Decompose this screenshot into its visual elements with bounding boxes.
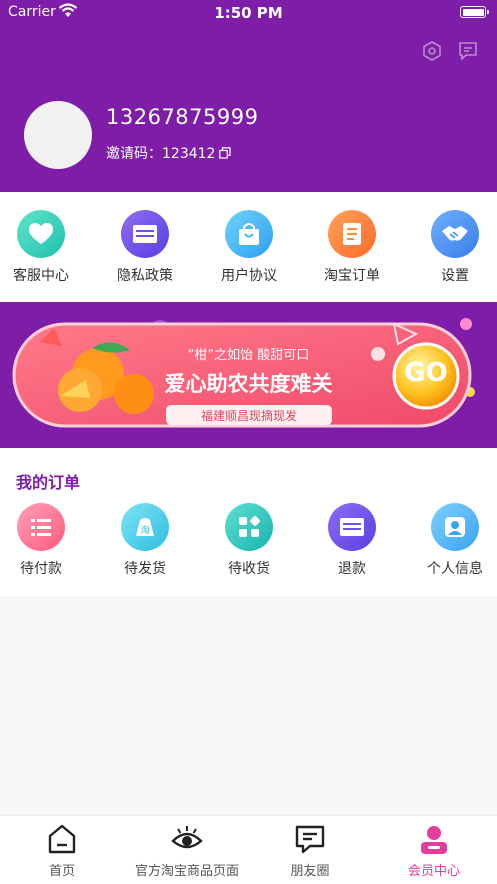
menu-label: 隐私政策 (117, 268, 173, 284)
menu-label: 用户协议 (221, 268, 277, 284)
document-icon (328, 210, 376, 258)
status-bar: Carrier 1:50 PM (0, 0, 497, 28)
order-personal-info[interactable]: 个人信息 (407, 503, 497, 578)
avatar[interactable] (24, 101, 92, 169)
message-icon[interactable] (457, 40, 479, 62)
orders-title: 我的订单 (16, 473, 81, 492)
invite-code-label: 邀请码：123412 (106, 146, 216, 162)
tab-taobao-products[interactable]: 官方淘宝商品页面 (127, 816, 247, 884)
phone-number: 13267875999 (106, 105, 259, 129)
tab-member-center[interactable]: 会员中心 (392, 816, 476, 884)
tab-label: 会员中心 (407, 864, 460, 879)
order-label: 待付款 (20, 561, 62, 577)
menu-label: 客服中心 (13, 268, 69, 284)
grid-icon (225, 503, 273, 551)
tab-label: 官方淘宝商品页面 (134, 864, 239, 879)
list-icon (17, 503, 65, 551)
invite-code: 邀请码：123412 (106, 143, 232, 163)
menu-label: 设置 (441, 268, 469, 284)
tab-label: 朋友圈 (290, 864, 330, 879)
tab-bar: 首页 官方淘宝商品页面 朋友圈 会员中心 (0, 815, 497, 884)
message-icon (295, 825, 325, 854)
status-time: 1:50 PM (214, 4, 283, 22)
banner-subline: 福建顺昌现摘现发 (200, 409, 297, 423)
menu-privacy-policy[interactable]: 隐私政策 (97, 210, 193, 285)
menu-customer-service[interactable]: 客服中心 (0, 210, 89, 285)
order-to-receive[interactable]: 待收货 (201, 503, 297, 578)
copy-icon[interactable] (219, 147, 232, 159)
shopping-bag-icon (225, 210, 273, 258)
menu-user-agreement[interactable]: 用户协议 (201, 210, 297, 285)
taobao-bag-icon: 淘 (121, 503, 169, 551)
order-label: 待收货 (228, 561, 270, 577)
member-icon (421, 826, 447, 854)
menu-settings[interactable]: 设置 (407, 210, 497, 285)
menu-taobao-orders[interactable]: 淘宝订单 (304, 210, 400, 285)
person-icon (431, 503, 479, 551)
hexagon-settings-icon[interactable] (422, 40, 442, 62)
service-menu: 客服中心 隐私政策 用户协议 淘宝订单 设置 (0, 192, 497, 302)
order-label: 待发货 (124, 561, 166, 577)
tab-label: 首页 (48, 864, 75, 879)
card-icon (121, 210, 169, 258)
tab-moments[interactable]: 朋友圈 (268, 816, 352, 884)
promo-banner[interactable]: “柑”之如饴 酸甜可口 爱心助农共度难关 福建顺昌现摘现发 GO (0, 302, 497, 448)
svg-text:淘: 淘 (140, 524, 149, 536)
order-label: 个人信息 (427, 561, 483, 577)
profile-header: Carrier 1:50 PM 13267875999 邀请码：123412 (0, 0, 497, 192)
order-pending-payment[interactable]: 待付款 (0, 503, 89, 578)
menu-label: 淘宝订单 (324, 268, 380, 284)
banner-go-label: GO (404, 358, 448, 388)
heart-chat-icon (17, 210, 65, 258)
card-icon (328, 503, 376, 551)
handshake-icon (431, 210, 479, 258)
order-label: 退款 (338, 561, 366, 577)
order-refund[interactable]: 退款 (304, 503, 400, 578)
battery-icon (460, 6, 489, 18)
tab-home[interactable]: 首页 (20, 816, 104, 884)
home-icon (48, 824, 76, 854)
order-to-ship[interactable]: 淘 待发货 (97, 503, 193, 578)
eye-icon (171, 826, 203, 849)
